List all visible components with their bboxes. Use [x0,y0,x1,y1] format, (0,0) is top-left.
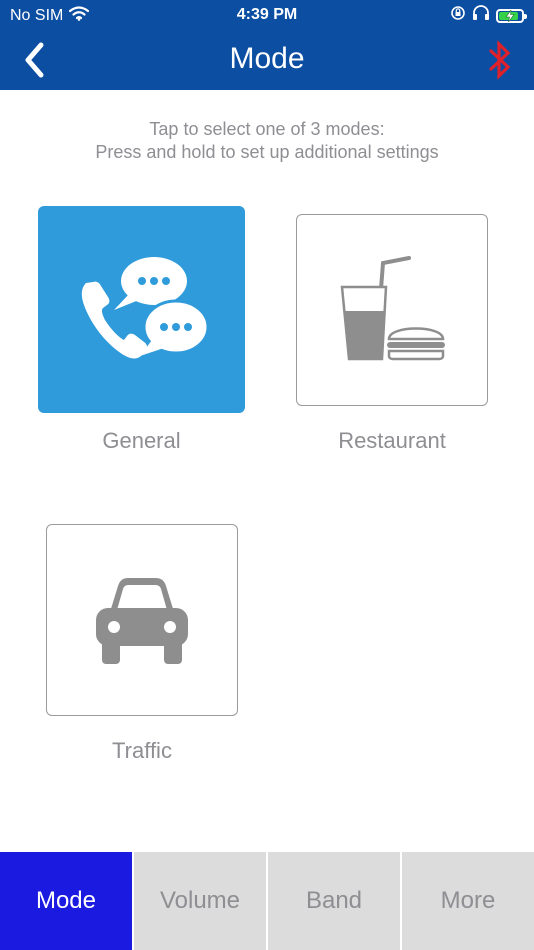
instructions-line-2: Press and hold to set up additional sett… [95,142,439,162]
app-header: No SIM 4:39 PM Mode [0,0,534,90]
charging-bolt-icon [505,9,515,22]
instructions-line-1: Tap to select one of 3 modes: [149,119,385,139]
mode-general[interactable]: General [38,206,246,456]
battery-icon [496,8,527,23]
status-bar: No SIM 4:39 PM [0,0,534,30]
status-right [450,5,527,26]
orientation-lock-icon [450,5,466,26]
drink-burger-icon [340,256,445,361]
mode-restaurant[interactable]: Restaurant [296,214,488,456]
nav-bar: Mode [0,30,534,90]
tab-band[interactable]: Band [266,852,400,950]
mode-general-label: General [102,428,181,453]
bluetooth-button[interactable] [484,38,516,82]
phone-chat-icon [81,256,209,358]
mode-traffic[interactable]: Traffic [46,524,238,766]
headphones-icon [472,5,490,26]
mode-traffic-label: Traffic [112,738,172,763]
mode-traffic-box[interactable] [46,524,238,716]
tab-volume[interactable]: Volume [132,852,266,950]
bluetooth-icon [489,40,511,80]
mode-restaurant-label: Restaurant [338,428,446,453]
car-icon [96,578,188,664]
instructions: Tap to select one of 3 modes: Press and … [0,118,534,164]
tab-more[interactable]: More [400,852,534,950]
tab-bar: Mode Volume Band More [0,852,534,950]
page-title: Mode [229,42,305,75]
mode-general-box[interactable] [38,206,245,413]
tab-mode[interactable]: Mode [0,852,132,950]
mode-restaurant-box[interactable] [296,214,488,406]
